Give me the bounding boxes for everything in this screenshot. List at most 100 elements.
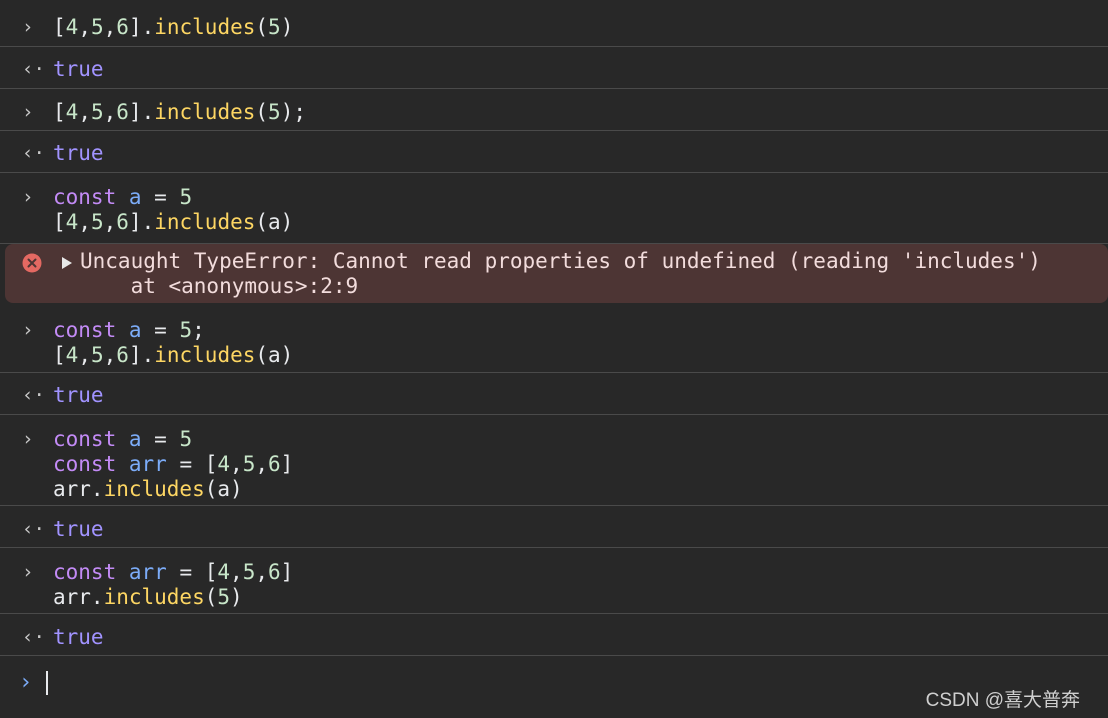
return-arrow-icon: ‹· bbox=[22, 518, 45, 540]
text-caret bbox=[46, 671, 48, 695]
chevron-right-icon: › bbox=[22, 186, 34, 208]
stack-trace-line: at <anonymous>:2:9 bbox=[80, 274, 359, 298]
code-line: [4,5,6].includes(5); bbox=[53, 100, 306, 125]
code-token: , bbox=[103, 343, 117, 367]
code-token: 6 bbox=[116, 210, 129, 234]
console-result-entry[interactable]: ‹· true bbox=[0, 47, 1108, 89]
code-token: const bbox=[53, 452, 117, 476]
code-line: [4,5,6].includes(5) bbox=[53, 15, 293, 40]
code-token: 4 bbox=[217, 560, 231, 584]
code-token: true bbox=[53, 383, 104, 407]
code-token: includes bbox=[103, 585, 205, 609]
console-input-entry[interactable]: › [4,5,6].includes(5) bbox=[0, 4, 1108, 47]
code-token: = [ bbox=[166, 560, 218, 584]
code-line: const a = 5; bbox=[53, 318, 293, 343]
code-token: 6 bbox=[116, 343, 129, 367]
code-token: ) bbox=[230, 585, 243, 609]
code-token: a bbox=[128, 318, 142, 342]
chevron-right-icon: › bbox=[22, 561, 34, 583]
code-token: arr bbox=[128, 560, 167, 584]
code-line: const a = 5 bbox=[53, 185, 293, 210]
code-token: 5 bbox=[268, 100, 281, 124]
code-token: [ bbox=[53, 15, 66, 39]
result-value: true bbox=[53, 625, 104, 650]
code-token: 5 bbox=[179, 427, 193, 451]
code-token: = bbox=[141, 185, 180, 209]
code-token: ]. bbox=[128, 15, 155, 39]
code-line: arr.includes(a) bbox=[53, 477, 293, 502]
code-line: const arr = [4,5,6] bbox=[53, 452, 293, 477]
code-token: , bbox=[230, 560, 243, 584]
code-token: 5 bbox=[217, 585, 231, 609]
code-token: ] bbox=[280, 560, 294, 584]
error-circle-icon bbox=[22, 253, 42, 273]
code-token: 6 bbox=[268, 560, 281, 584]
code-token: [ bbox=[53, 343, 66, 367]
code-token: , bbox=[78, 15, 91, 39]
code-token: , bbox=[78, 343, 91, 367]
code-token: ]. bbox=[128, 210, 155, 234]
code-token: [ bbox=[53, 100, 66, 124]
code-token: ( bbox=[255, 100, 269, 124]
console-result-entry[interactable]: ‹· true bbox=[0, 506, 1108, 548]
code-token: includes bbox=[154, 15, 256, 39]
code-token: = bbox=[141, 427, 180, 451]
console-input-entry[interactable]: › [4,5,6].includes(5); bbox=[0, 89, 1108, 131]
code-token: const bbox=[53, 427, 117, 451]
code-token: 5 bbox=[242, 452, 256, 476]
code-line: [4,5,6].includes(a) bbox=[53, 343, 293, 368]
code-token: true bbox=[53, 141, 104, 165]
return-arrow-icon: ‹· bbox=[22, 142, 45, 164]
result-value: true bbox=[53, 517, 104, 542]
console-result-entry[interactable]: ‹· true bbox=[0, 614, 1108, 656]
code-token: [ bbox=[53, 210, 66, 234]
code-token: = [ bbox=[166, 452, 218, 476]
code-token: arr. bbox=[53, 477, 104, 501]
console-input-entry[interactable]: › const a = 5 const arr = [4,5,6] arr.inclu… bbox=[0, 415, 1108, 506]
code-token: ]. bbox=[128, 343, 155, 367]
code-token: ; bbox=[192, 318, 205, 342]
code-token: ) bbox=[280, 15, 294, 39]
code-token: const bbox=[53, 185, 117, 209]
code-token: , bbox=[78, 100, 91, 124]
console-input-entry[interactable]: › const arr = [4,5,6] arr.includes(5) bbox=[0, 548, 1108, 614]
code-token: 4 bbox=[217, 452, 231, 476]
code-line: arr.includes(5) bbox=[53, 585, 293, 610]
code-token: true bbox=[53, 57, 104, 81]
code-token: , bbox=[103, 210, 117, 234]
watermark: CSDN @喜大普奔 bbox=[925, 690, 1080, 711]
code-token: 4 bbox=[65, 100, 79, 124]
code-token: 5 bbox=[90, 343, 104, 367]
result-value: true bbox=[53, 141, 104, 166]
code-line: const arr = [4,5,6] bbox=[53, 560, 293, 585]
code-token: ]. bbox=[128, 100, 155, 124]
triangle-right-icon[interactable] bbox=[62, 257, 72, 269]
code-token: const bbox=[53, 560, 117, 584]
code-token: (a) bbox=[255, 210, 294, 234]
code-token: , bbox=[103, 100, 117, 124]
error-line: Uncaught TypeError: Cannot read properti… bbox=[80, 249, 1041, 273]
code-token: includes bbox=[154, 343, 256, 367]
code-token: 4 bbox=[65, 343, 79, 367]
code-token: 6 bbox=[116, 15, 129, 39]
code-token: 5 bbox=[90, 100, 104, 124]
console-result-entry[interactable]: ‹· true bbox=[0, 373, 1108, 415]
console-input-entry[interactable]: › const a = 5 [4,5,6].includes(a) bbox=[0, 173, 1108, 244]
code-token: includes bbox=[154, 210, 256, 234]
chevron-right-icon: › bbox=[22, 428, 34, 450]
code-token: a bbox=[128, 185, 142, 209]
code-token: , bbox=[78, 210, 91, 234]
code-token: ] bbox=[280, 452, 294, 476]
error-text: Uncaught TypeError: Cannot read properti… bbox=[80, 249, 1041, 299]
code-token: ( bbox=[255, 15, 269, 39]
console-result-entry[interactable]: ‹· true bbox=[0, 131, 1108, 173]
code-token: , bbox=[255, 452, 269, 476]
return-arrow-icon: ‹· bbox=[22, 626, 45, 648]
console-input-entry[interactable]: › const a = 5; [4,5,6].includes(a) bbox=[0, 306, 1108, 373]
code-token: (a) bbox=[255, 343, 294, 367]
